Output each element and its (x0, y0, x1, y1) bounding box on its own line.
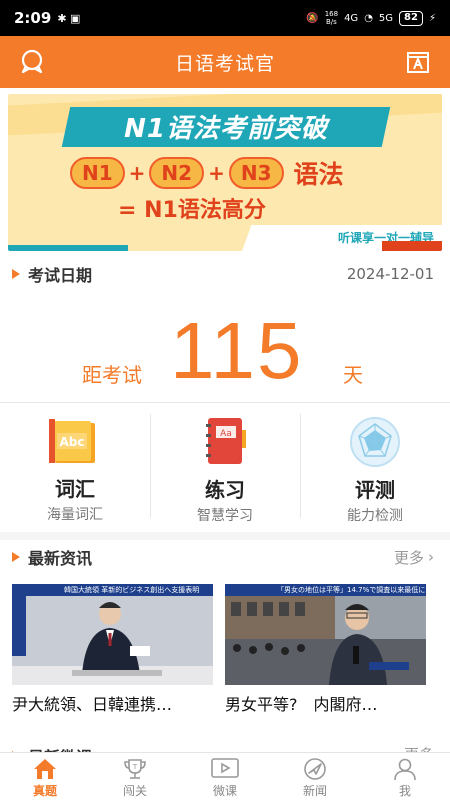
plus-sign: + (208, 161, 225, 185)
section-marker-icon (12, 552, 20, 562)
app-header: 日语考试官 (0, 36, 450, 88)
notification-icons: ✱ ▣ (57, 11, 81, 25)
exam-date-value: 2024-12-01 (346, 265, 434, 283)
news-thumbnail: 韓国大統領 革新的ビジネス創出へ支援表明 (12, 584, 213, 685)
news-headline-overlay: 「男女の地位は平等」14.7%で調査以来最低に (225, 584, 426, 596)
dictionary-a-icon[interactable] (404, 48, 432, 76)
feature-grid: Abc 词汇 海量词汇 Aa 练习 智慧学习 评测 能力检测 (0, 404, 450, 524)
wifi-icon: ◔ (364, 12, 373, 24)
tab-label: 微课 (212, 784, 237, 798)
battery-indicator: 82 (399, 10, 423, 26)
more-label: 更多 (393, 548, 424, 567)
news-headline-overlay: 韓国大統領 革新的ビジネス創出へ支援表明 (12, 584, 213, 596)
chevron-right-icon: › (428, 548, 434, 566)
news-caption: 男女平等? 内閣府… (225, 695, 378, 714)
section-marker-icon (12, 269, 20, 279)
exam-date-label: 考试日期 (28, 266, 93, 285)
feature-vocabulary[interactable]: Abc 词汇 海量词汇 (0, 404, 150, 524)
tab-me[interactable]: 我 (360, 753, 450, 800)
notebook-icon: Aa (193, 416, 257, 468)
tab-news[interactable]: 新闻 (270, 753, 360, 800)
status-bar: 2:09 ✱ ▣ 🔕 168 B/s 4G ◔ 5G 82 ⚡ (0, 0, 450, 36)
feature-sub: 智慧学习 (197, 508, 253, 524)
news-caption: 尹大統領、日韓連携… (12, 695, 173, 714)
level-pill-n3: N3 (228, 157, 284, 189)
signal-4g: 4G (344, 12, 359, 24)
abc-book-icon: Abc (43, 416, 107, 467)
divider (0, 402, 450, 403)
news-thumbnail: 「男女の地位は平等」14.7%で調査以来最低に (225, 584, 426, 685)
feature-assessment[interactable]: 评测 能力检测 (300, 404, 450, 524)
feature-sub: 海量词汇 (47, 507, 103, 523)
mute-icon: 🔕 (306, 12, 319, 24)
feature-name: 词汇 (55, 477, 95, 501)
tab-label: 闯关 (122, 784, 147, 798)
banner-levels: N1 + N2 + N3 语法 (70, 156, 344, 190)
net-speed-value: 168 (324, 10, 339, 18)
status-time: 2:09 (14, 9, 52, 27)
tab-micro-course[interactable]: 微课 (180, 753, 270, 800)
tab-exam-papers[interactable]: 真题 (0, 753, 90, 800)
exam-date-row[interactable]: 考试日期 2024-12-01 (0, 259, 450, 289)
feature-name: 评测 (355, 478, 395, 502)
trophy-icon: T (124, 759, 146, 779)
tab-label: 真题 (32, 784, 57, 798)
compass-icon (304, 758, 326, 780)
news-section-title: 最新资讯 (28, 549, 93, 568)
net-speed: 168 B/s (325, 10, 338, 26)
charging-icon: ⚡ (428, 12, 436, 24)
level-pill-n2: N2 (149, 157, 205, 189)
banner-grammar: 语法 (293, 160, 344, 189)
news-list: 韓国大統領 革新的ビジネス創出へ支援表明 尹大統領、日韓連携… 「男女の地位は平… (0, 584, 450, 716)
feature-practice[interactable]: Aa 练习 智慧学习 (150, 404, 300, 524)
banner-title: N1语法考前突破 (124, 114, 328, 144)
chat-bubble-icon[interactable] (18, 48, 46, 76)
tab-label: 我 (398, 784, 411, 798)
level-pill-n1: N1 (70, 157, 125, 189)
countdown-suffix: 天 (343, 363, 363, 387)
banner-corner-red (382, 241, 442, 251)
status-right: 🔕 168 B/s 4G ◔ 5G 82 ⚡ (306, 10, 436, 26)
video-play-icon (211, 758, 239, 778)
countdown-days: 115 (170, 306, 304, 395)
app-title: 日语考试官 (174, 52, 275, 75)
countdown-prefix: 距考试 (82, 363, 142, 387)
news-card[interactable]: 韓国大統領 革新的ビジネス創出へ支援表明 尹大統領、日韓連携… (12, 584, 213, 714)
tab-challenge[interactable]: T 闯关 (90, 753, 180, 800)
plus-sign: + (128, 161, 146, 185)
tab-label: 新闻 (302, 784, 327, 798)
exam-countdown: 距考试 115 天 (0, 305, 450, 397)
net-speed-unit: B/s (325, 18, 337, 26)
signal-5g: 5G (378, 12, 394, 24)
svg-text:Abc: Abc (60, 435, 85, 449)
svg-text:Aa: Aa (220, 429, 232, 439)
news-more-link[interactable]: 更多 › (394, 547, 434, 568)
news-section-header: 最新资讯 更多 › (0, 542, 450, 572)
radar-chart-icon (343, 416, 407, 468)
home-icon (34, 759, 56, 779)
banner-result: = N1语法高分 (118, 198, 266, 223)
user-icon (394, 758, 416, 781)
svg-text:T: T (132, 763, 138, 771)
feature-sub: 能力检测 (347, 508, 403, 524)
feature-name: 练习 (205, 478, 245, 502)
promo-banner[interactable]: N1语法考前突破 N1 + N2 + N3 语法 = N1语法高分 听课享一对一… (8, 94, 442, 251)
news-card[interactable]: 「男女の地位は平等」14.7%で調査以来最低に 男女平等? 内閣府… (225, 584, 426, 714)
banner-corner-blue (8, 245, 128, 251)
section-gap (0, 532, 450, 540)
bottom-tab-bar: 真题 T 闯关 微课 新闻 我 (0, 752, 450, 800)
